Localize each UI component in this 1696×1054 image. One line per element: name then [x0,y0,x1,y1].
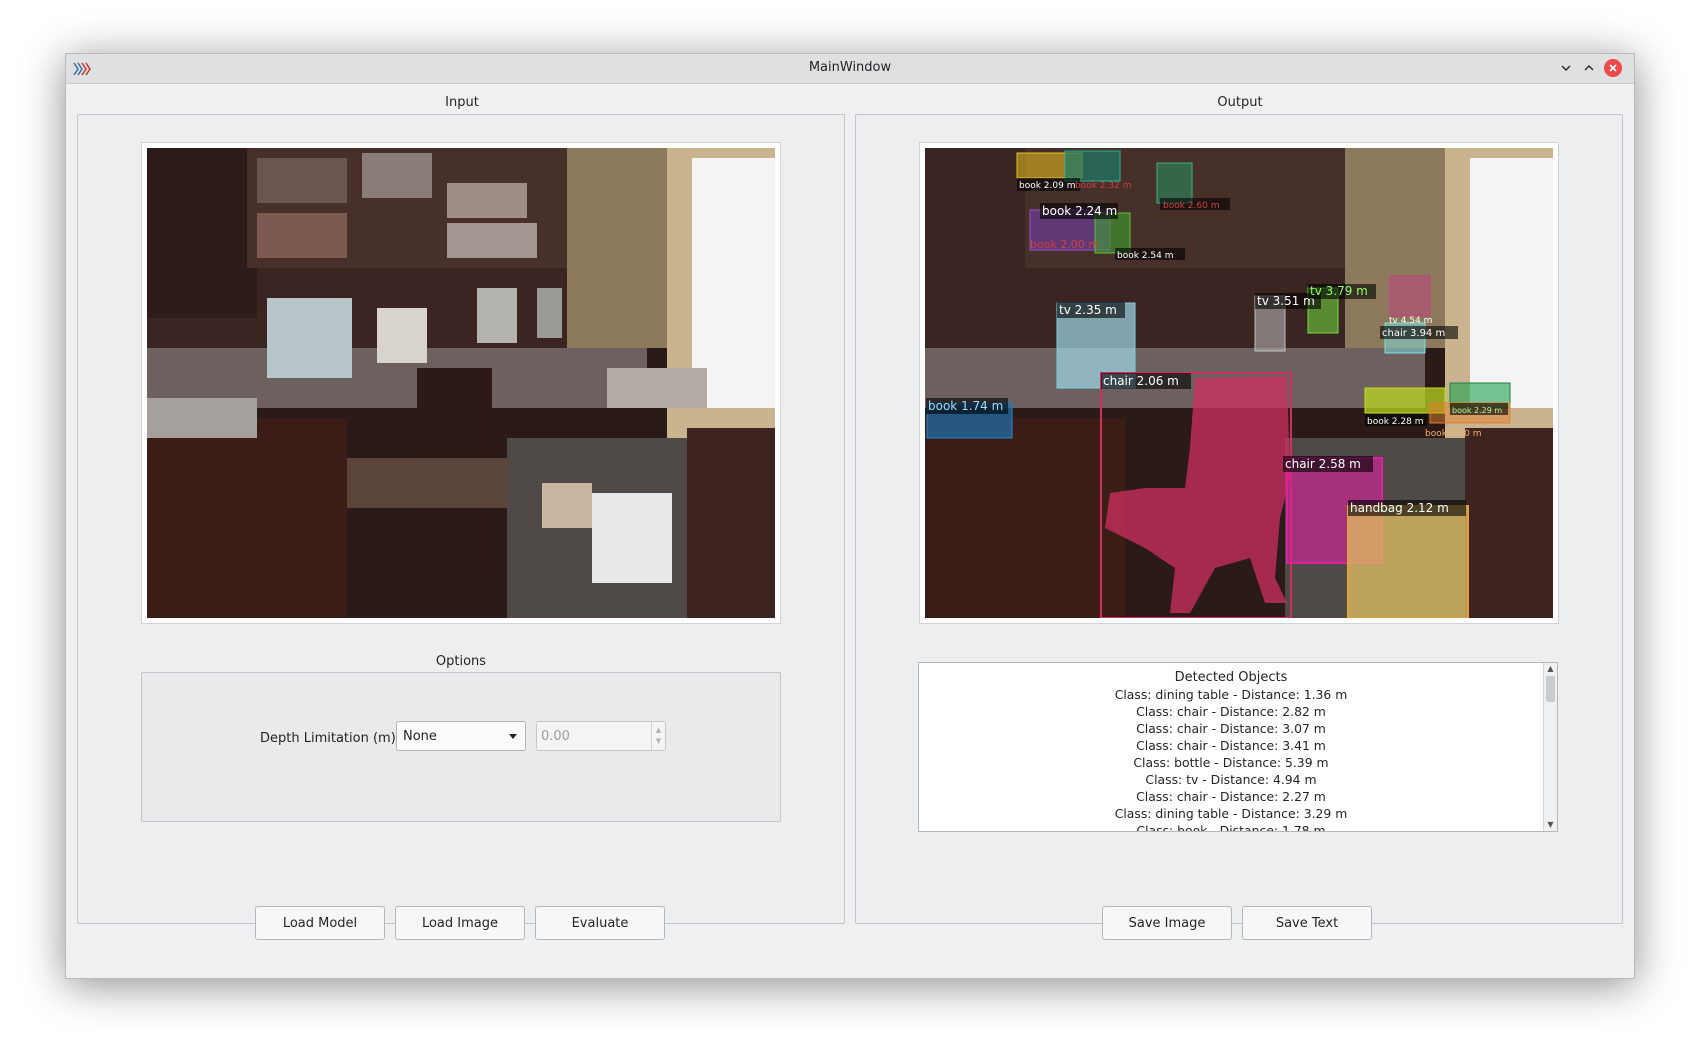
save-image-button[interactable]: Save Image [1102,906,1232,940]
load-model-button[interactable]: Load Model [255,906,385,940]
save-text-button[interactable]: Save Text [1242,906,1372,940]
minimize-button[interactable] [1557,59,1575,77]
detected-line: Class: chair - Distance: 2.27 m [1136,789,1326,804]
label-book-2.10: book 2.10 m [1425,429,1481,439]
vertical-scrollbar[interactable]: ▲ ▼ [1543,663,1557,831]
close-icon [1609,64,1617,72]
scroll-thumb[interactable] [1546,676,1555,702]
output-image-frame: book 2.09 m book 2.32 m book 2.24 m book… [919,142,1559,624]
depth-mode-value: None [403,728,437,744]
input-image-frame [141,142,781,624]
detection-handbag-2.12 [1347,505,1469,618]
options-panel: Depth Limitation (m): None 0.00 ▲ ▼ [141,672,781,822]
close-button[interactable] [1604,59,1622,77]
input-panel-title: Input [445,95,479,110]
evaluate-button[interactable]: Evaluate [535,906,665,940]
label-book-2.29: book 2.29 m [1452,406,1502,415]
label-book-2.28: book 2.28 m [1367,417,1423,427]
chevron-down-icon [1561,65,1571,71]
detection-book-2.60 [1156,162,1193,204]
label-tv-3.51: tv 3.51 m [1257,294,1315,308]
detected-line: Class: tv - Distance: 4.94 m [1145,772,1317,787]
label-book-2.54: book 2.54 m [1117,251,1173,261]
window-title: MainWindow [808,60,892,75]
input-panel: Options Depth Limitation (m): None 0.00 … [77,114,845,940]
output-panel-title: Output [1217,95,1263,110]
detected-line: Class: dining table - Distance: 1.36 m [1114,687,1348,702]
label-tv-2.35: tv 2.35 m [1059,303,1117,317]
label-book-2.60: book 2.60 m [1163,201,1219,211]
dropdown-arrow-icon [509,734,517,739]
detected-line: Class: dining table - Distance: 3.29 m [1114,806,1348,821]
main-window: MainWindow Input Options Depth Limitatio… [65,53,1635,979]
label-book-2.24: book 2.24 m [1042,204,1117,218]
label-chair-3.94: chair 3.94 m [1382,328,1445,339]
label-book-2.09: book 2.09 m [1019,181,1075,191]
label-tv-4.54: tv 4.54 m [1389,316,1432,326]
detected-line: Class: book - Distance: 1.78 m [1136,823,1326,832]
label-chair-2.58: chair 2.58 m [1285,457,1361,471]
depth-mode-combo[interactable]: None [396,721,526,751]
label-book-2.00: book 2.00 m [1030,238,1099,251]
output-panel: book 2.09 m book 2.32 m book 2.24 m book… [855,114,1623,940]
output-image: book 2.09 m book 2.32 m book 2.24 m book… [925,148,1553,618]
detected-line: Class: chair - Distance: 2.82 m [1136,704,1326,719]
detected-line: Class: bottle - Distance: 5.39 m [1133,755,1329,770]
chevron-up-icon [1584,65,1594,71]
label-book-2.32: book 2.32 m [1075,181,1131,191]
options-title: Options [435,654,487,669]
label-chair-2.06: chair 2.06 m [1103,374,1179,388]
detection-tv-4.54 [1389,275,1431,317]
depth-value-text: 0.00 [541,728,570,744]
spin-down-icon: ▼ [655,737,662,745]
detection-book-2.32 [1064,150,1121,182]
input-image [147,148,775,618]
label-tv-3.79: tv 3.79 m [1310,284,1368,298]
detected-line: Class: chair - Distance: 3.07 m [1136,721,1326,736]
detected-objects-list: Detected Objects Class: dining table - D… [919,669,1543,832]
scroll-up-icon[interactable]: ▲ [1544,663,1557,675]
depth-limitation-label: Depth Limitation (m): [260,731,401,746]
detected-heading: Detected Objects [1174,670,1288,685]
detected-line: Class: chair - Distance: 3.41 m [1136,738,1326,753]
detected-objects-textbox[interactable]: Detected Objects Class: dining table - D… [918,662,1558,832]
spin-arrows[interactable]: ▲ ▼ [651,722,665,750]
load-image-button[interactable]: Load Image [395,906,525,940]
depth-value-spinbox[interactable]: 0.00 ▲ ▼ [536,721,666,751]
label-book-1.74: book 1.74 m [928,399,1003,413]
spin-up-icon: ▲ [655,726,662,734]
scroll-down-icon[interactable]: ▼ [1544,819,1557,831]
title-bar: MainWindow [66,54,1634,84]
label-handbag-2.12: handbag 2.12 m [1350,501,1449,515]
maximize-button[interactable] [1580,59,1598,77]
